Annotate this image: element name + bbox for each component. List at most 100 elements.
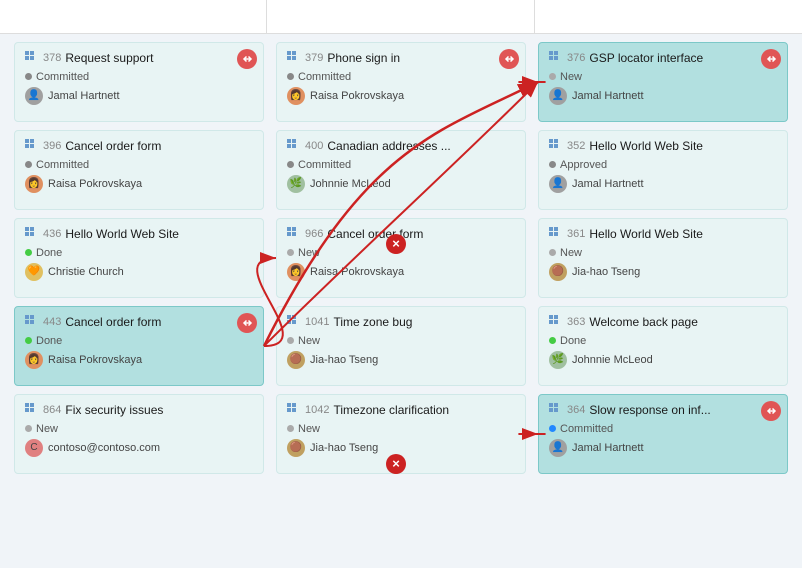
avatar: 🟤: [287, 439, 305, 457]
avatar: 🌿: [549, 351, 567, 369]
user-name: Jia-hao Tseng: [310, 354, 378, 366]
user-name: Jamal Hartnett: [48, 90, 120, 102]
status-label: Approved: [560, 159, 607, 171]
card-361[interactable]: 361 Hello World Web Site New 🟤 Jia-hao T…: [538, 218, 788, 298]
status-dot: [549, 249, 556, 256]
card-id: 378: [43, 51, 61, 65]
month-march: [535, 0, 802, 33]
status-label: Done: [560, 335, 586, 347]
link-icon[interactable]: [761, 49, 781, 69]
card-title: 376 GSP locator interface: [549, 51, 777, 67]
item-icon: [287, 51, 299, 63]
card-user: 👤 Jamal Hartnett: [25, 87, 253, 105]
item-icon: [549, 227, 561, 239]
card-name: Hello World Web Site: [65, 227, 179, 243]
card-id: 361: [567, 227, 585, 241]
avatar: 🌿: [287, 175, 305, 193]
status-label: Committed: [298, 159, 351, 171]
card-1042[interactable]: 1042 Timezone clarification New 🟤 Jia-ha…: [276, 394, 526, 474]
card-name: Time zone bug: [333, 315, 412, 331]
user-name: Jia-hao Tseng: [310, 442, 378, 454]
user-name: Jia-hao Tseng: [572, 266, 640, 278]
avatar: 👩: [25, 351, 43, 369]
card-966[interactable]: 966 Cancel order form New 👩 Raisa Pokrov…: [276, 218, 526, 298]
avatar: 👤: [549, 87, 567, 105]
card-status: Committed: [25, 159, 253, 171]
calendar-body: 378 Request support Committed 👤 Jamal Ha…: [0, 34, 802, 568]
user-name: Raisa Pokrovskaya: [310, 266, 404, 278]
status-label: Done: [36, 335, 62, 347]
card-id: 1041: [305, 315, 329, 329]
card-title: 364 Slow response on inf...: [549, 403, 777, 419]
card-378[interactable]: 378 Request support Committed 👤 Jamal Ha…: [14, 42, 264, 122]
item-icon: [25, 403, 37, 415]
card-status: Committed: [287, 71, 515, 83]
link-icon[interactable]: [761, 401, 781, 421]
card-title: 379 Phone sign in: [287, 51, 515, 67]
status-label: New: [36, 423, 58, 435]
card-400[interactable]: 400 Canadian addresses ... Committed 🌿 J…: [276, 130, 526, 210]
link-icon[interactable]: [499, 49, 519, 69]
card-id: 376: [567, 51, 585, 65]
user-name: Johnnie McLeod: [310, 178, 391, 190]
status-dot: [287, 337, 294, 344]
avatar: 👤: [549, 439, 567, 457]
card-user: 🟤 Jia-hao Tseng: [549, 263, 777, 281]
card-376[interactable]: 376 GSP locator interface New 👤 Jamal Ha…: [538, 42, 788, 122]
status-label: New: [298, 423, 320, 435]
user-name: Raisa Pokrovskaya: [48, 178, 142, 190]
avatar: C: [25, 439, 43, 457]
card-name: Request support: [65, 51, 153, 67]
item-icon: [25, 315, 37, 327]
avatar: 👩: [287, 263, 305, 281]
card-396[interactable]: 396 Cancel order form Committed 👩 Raisa …: [14, 130, 264, 210]
card-1041[interactable]: 1041 Time zone bug New 🟤 Jia-hao Tseng: [276, 306, 526, 386]
card-status: Committed: [25, 71, 253, 83]
link-icon[interactable]: [237, 49, 257, 69]
item-icon: [549, 51, 561, 63]
card-id: 436: [43, 227, 61, 241]
card-user: 👩 Raisa Pokrovskaya: [287, 87, 515, 105]
status-dot: [25, 337, 32, 344]
card-name: Cancel order form: [65, 139, 161, 155]
card-id: 364: [567, 403, 585, 417]
card-status: New: [287, 247, 515, 259]
card-364[interactable]: 364 Slow response on inf... Committed 👤 …: [538, 394, 788, 474]
card-name: Timezone clarification: [333, 403, 449, 419]
avatar: 🟤: [549, 263, 567, 281]
card-id: 443: [43, 315, 61, 329]
card-352[interactable]: 352 Hello World Web Site Approved 👤 Jama…: [538, 130, 788, 210]
link-icon[interactable]: [237, 313, 257, 333]
avatar: 👩: [287, 87, 305, 105]
item-icon: [549, 315, 561, 327]
status-dot: [25, 425, 32, 432]
status-label: New: [560, 247, 582, 259]
card-id: 864: [43, 403, 61, 417]
card-363[interactable]: 363 Welcome back page Done 🌿 Johnnie McL…: [538, 306, 788, 386]
card-name: Fix security issues: [65, 403, 163, 419]
column-march: 376 GSP locator interface New 👤 Jamal Ha…: [532, 42, 794, 560]
column-january: 378 Request support Committed 👤 Jamal Ha…: [8, 42, 270, 560]
month-february: [267, 0, 534, 33]
item-icon: [287, 139, 299, 151]
avatar: 👤: [549, 175, 567, 193]
user-name: Jamal Hartnett: [572, 90, 644, 102]
card-user: 👩 Raisa Pokrovskaya: [25, 351, 253, 369]
card-436[interactable]: 436 Hello World Web Site Done 🧡 Christie…: [14, 218, 264, 298]
item-icon: [549, 403, 561, 415]
card-864[interactable]: 864 Fix security issues New C contoso@co…: [14, 394, 264, 474]
card-443[interactable]: 443 Cancel order form Done 👩 Raisa Pokro…: [14, 306, 264, 386]
avatar: 🧡: [25, 263, 43, 281]
status-dot: [549, 161, 556, 168]
card-title: 396 Cancel order form: [25, 139, 253, 155]
card-379[interactable]: 379 Phone sign in Committed 👩 Raisa Pokr…: [276, 42, 526, 122]
card-title: 400 Canadian addresses ...: [287, 139, 515, 155]
card-name: GSP locator interface: [589, 51, 703, 67]
card-title: 966 Cancel order form: [287, 227, 515, 243]
card-name: Canadian addresses ...: [327, 139, 450, 155]
card-title: 1042 Timezone clarification: [287, 403, 515, 419]
card-status: New: [287, 423, 515, 435]
card-user: 👤 Jamal Hartnett: [549, 175, 777, 193]
card-id: 966: [305, 227, 323, 241]
card-id: 400: [305, 139, 323, 153]
